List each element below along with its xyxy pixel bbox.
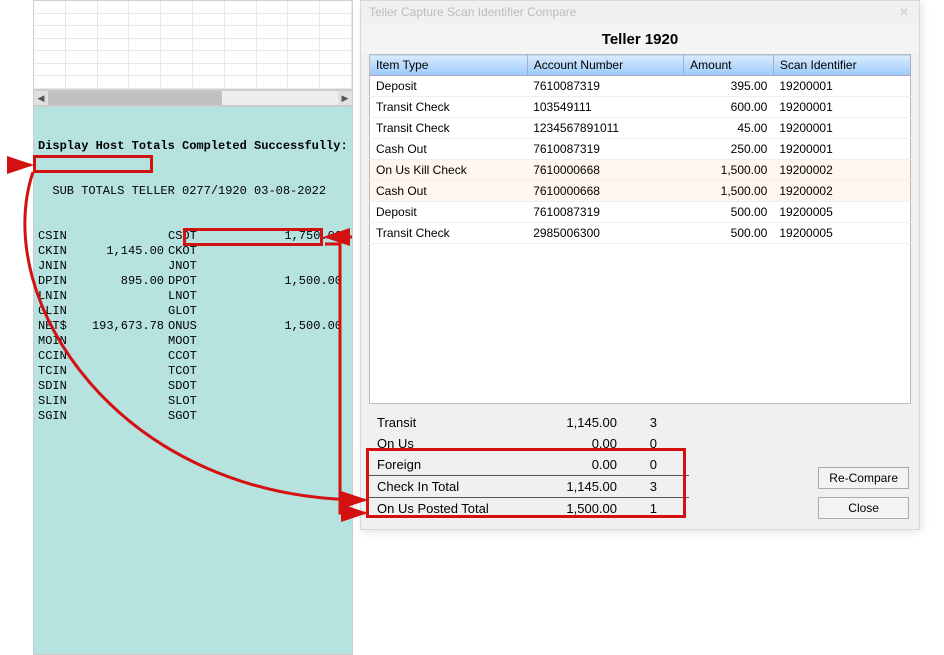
host-row: CCINCCOT xyxy=(38,349,348,364)
scroll-thumb[interactable] xyxy=(48,91,222,105)
table-row[interactable]: Transit Check123456789101145.0019200001 xyxy=(370,118,911,139)
host-row: GLINGLOT xyxy=(38,304,348,319)
host-row: CSINCSOT1,750.00 xyxy=(38,229,348,244)
summary-row: Check In Total1,145.003 xyxy=(369,475,689,497)
scroll-left-icon[interactable]: ◀ xyxy=(34,91,48,105)
summary-row: On Us0.000 xyxy=(369,433,689,454)
table-empty-area xyxy=(369,244,911,404)
table-row[interactable]: Transit Check2985006300500.0019200005 xyxy=(370,223,911,244)
close-icon[interactable]: ✕ xyxy=(897,5,911,19)
scroll-track[interactable] xyxy=(48,91,338,105)
host-totals-panel: ◀ ▶ Display Host Totals Completed Succes… xyxy=(33,0,353,520)
host-row: SGINSGOT xyxy=(38,409,348,424)
items-table[interactable]: Item Type Account Number Amount Scan Ide… xyxy=(369,54,911,244)
recompare-button[interactable]: Re-Compare xyxy=(818,467,909,489)
summary-block: Transit1,145.003On Us0.000Foreign0.000Ch… xyxy=(369,412,689,519)
table-row[interactable]: Deposit7610087319395.0019200001 xyxy=(370,76,911,97)
table-row[interactable]: Deposit7610087319500.0019200005 xyxy=(370,202,911,223)
host-header: Display Host Totals Completed Successful… xyxy=(38,139,348,154)
table-row[interactable]: Cash Out7610087319250.0019200001 xyxy=(370,139,911,160)
host-row: MOINMOOT xyxy=(38,334,348,349)
host-totals-text: Display Host Totals Completed Successful… xyxy=(33,106,353,655)
host-row: JNINJNOT xyxy=(38,259,348,274)
col-amount[interactable]: Amount xyxy=(684,55,774,76)
host-row: LNINLNOT xyxy=(38,289,348,304)
col-account-number[interactable]: Account Number xyxy=(527,55,683,76)
table-header-row: Item Type Account Number Amount Scan Ide… xyxy=(370,55,911,76)
host-row: SDINSDOT xyxy=(38,379,348,394)
col-scan-identifier[interactable]: Scan Identifier xyxy=(773,55,910,76)
horizontal-scrollbar[interactable]: ◀ ▶ xyxy=(33,90,353,106)
close-button[interactable]: Close xyxy=(818,497,909,519)
table-row[interactable]: On Us Kill Check76100006681,500.00192000… xyxy=(370,160,911,181)
dialog-title-text: Teller Capture Scan Identifier Compare xyxy=(369,5,576,19)
teller-heading: Teller 1920 xyxy=(361,23,919,54)
spreadsheet-grid[interactable] xyxy=(33,0,353,90)
dialog-titlebar: Teller Capture Scan Identifier Compare ✕ xyxy=(361,1,919,23)
host-row: TCINTCOT xyxy=(38,364,348,379)
host-row: CKIN1,145.00CKOT xyxy=(38,244,348,259)
host-row: SLINSLOT xyxy=(38,394,348,409)
table-row[interactable]: Cash Out76100006681,500.0019200002 xyxy=(370,181,911,202)
col-item-type[interactable]: Item Type xyxy=(370,55,528,76)
summary-row: Transit1,145.003 xyxy=(369,412,689,433)
host-subheader: SUB TOTALS TELLER 0277/1920 03-08-2022 xyxy=(38,184,348,199)
summary-row: Foreign0.000 xyxy=(369,454,689,475)
summary-row: On Us Posted Total1,500.001 xyxy=(369,497,689,519)
host-row: DPIN895.00DPOT1,500.00 xyxy=(38,274,348,289)
table-row[interactable]: Transit Check103549111600.0019200001 xyxy=(370,97,911,118)
compare-dialog: Teller Capture Scan Identifier Compare ✕… xyxy=(360,0,920,530)
host-row: NET$193,673.78ONUS1,500.00 xyxy=(38,319,348,334)
scroll-right-icon[interactable]: ▶ xyxy=(338,91,352,105)
